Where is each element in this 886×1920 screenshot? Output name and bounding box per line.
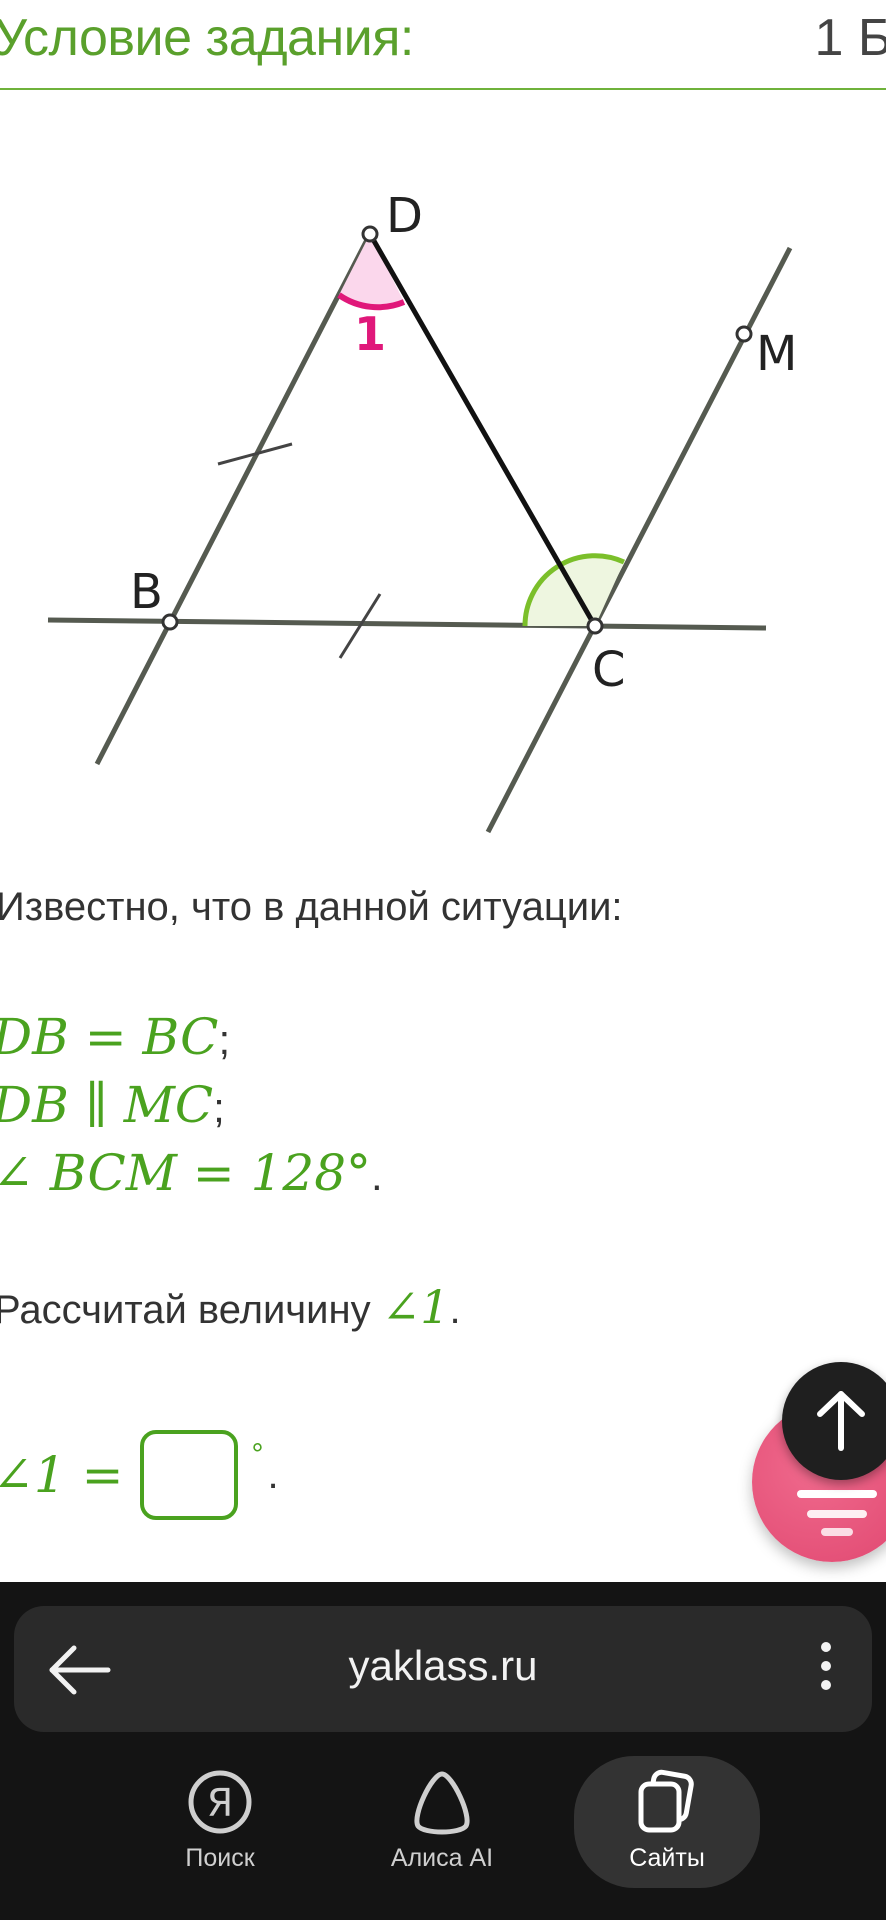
task-header: Условие задания: 1 Б	[0, 0, 886, 90]
task-punct: .	[449, 1288, 461, 1332]
answer-degree: °	[251, 1438, 264, 1471]
answer-row: ∠1 = ° .	[0, 1428, 279, 1522]
condition-2-punct: ;	[213, 1084, 225, 1131]
label-d: D	[386, 188, 423, 244]
line-db-extended	[94, 232, 373, 766]
alice-icon	[414, 1771, 470, 1835]
more-menu-icon[interactable]	[806, 1636, 846, 1702]
svg-text:Я: Я	[207, 1781, 233, 1825]
condition-3-punct: .	[371, 1152, 383, 1199]
header-divider	[0, 88, 886, 90]
nav-search-label: Поиск	[185, 1844, 255, 1872]
tabs-icon	[638, 1769, 694, 1833]
task-question: Рассчитай величину ∠1.	[0, 1280, 461, 1334]
answer-input[interactable]	[139, 1430, 238, 1520]
condition-1-punct: ;	[218, 1016, 231, 1063]
answer-punct: .	[267, 1452, 279, 1497]
assistant-icon	[797, 1490, 877, 1536]
nav-alice[interactable]: Алиса AI	[352, 1756, 532, 1886]
task-angle: ∠1	[381, 1280, 450, 1334]
url-text[interactable]: yaklass.ru	[14, 1642, 872, 1690]
condition-1-expr: DB = BC	[0, 1008, 219, 1066]
label-b: B	[130, 564, 163, 620]
address-bar[interactable]: yaklass.ru	[14, 1606, 872, 1732]
problem-intro: Известно, что в данной ситуации:	[0, 885, 623, 929]
task-points: 1 Б	[814, 9, 886, 67]
point-b	[161, 613, 179, 631]
label-c: C	[592, 642, 626, 698]
nav-search[interactable]: Я Поиск	[130, 1756, 310, 1886]
point-m	[735, 325, 753, 343]
browser-toolbar: yaklass.ru Я Поиск Алиса AI Сайты	[0, 1582, 886, 1920]
label-angle-1: 1	[354, 307, 386, 361]
nav-sites-label: Сайты	[629, 1844, 705, 1872]
geometry-figure: D B C M 1	[47, 188, 797, 834]
label-m: M	[756, 326, 797, 382]
condition-1: DB = BC;	[0, 1008, 230, 1066]
point-d	[361, 225, 379, 243]
condition-3: ∠ BCM = 128°.	[0, 1144, 383, 1202]
arrow-up-icon	[817, 1391, 865, 1451]
line-bc-extended	[47, 617, 767, 631]
yandex-icon: Я	[188, 1770, 252, 1834]
answer-label: ∠1 =	[0, 1446, 124, 1504]
condition-2: DB ∥ MC;	[0, 1076, 225, 1134]
nav-sites[interactable]: Сайты	[577, 1756, 757, 1886]
condition-3-expr: ∠ BCM = 128°	[0, 1144, 372, 1202]
condition-2-expr: DB ∥ MC	[0, 1076, 214, 1134]
nav-alice-label: Алиса AI	[390, 1844, 494, 1872]
segment-dc	[367, 232, 598, 628]
task-title: Условие задания:	[0, 9, 414, 67]
point-c	[586, 617, 604, 635]
task-text: Рассчитай величину	[0, 1288, 371, 1332]
